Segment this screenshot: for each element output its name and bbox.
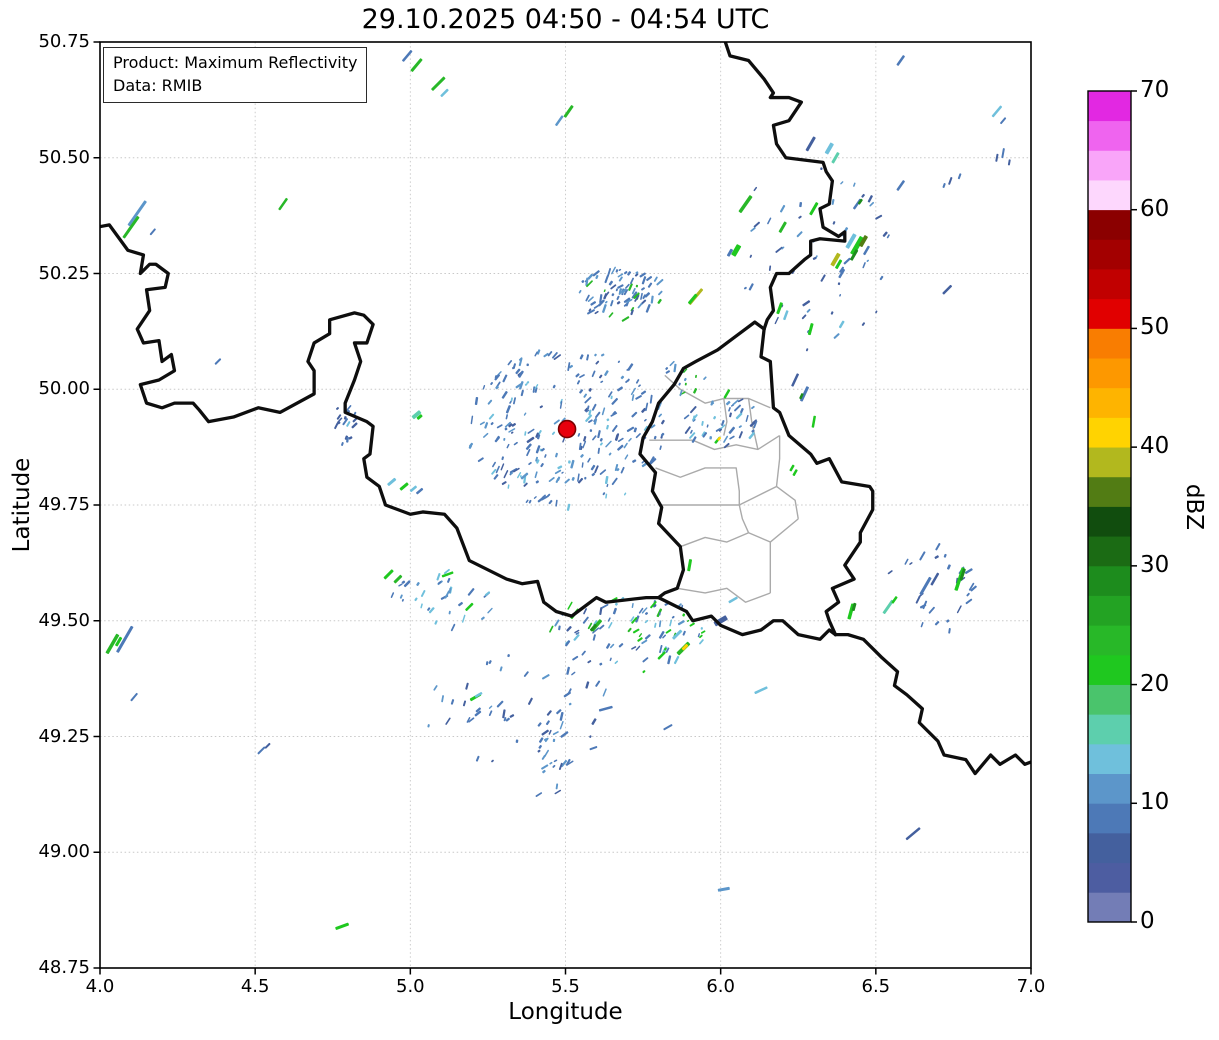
colorbar-band — [1088, 595, 1131, 626]
colorbar-band — [1088, 832, 1131, 864]
colorbar-tick-label: 70 — [1140, 77, 1170, 103]
y-tick-label: 49.00 — [38, 841, 90, 863]
x-tick-label: 5.0 — [396, 976, 425, 997]
colorbar-band — [1088, 239, 1131, 270]
colorbar-band — [1088, 269, 1131, 300]
colorbar-band — [1088, 684, 1131, 715]
radar-site-dot — [557, 419, 577, 439]
colorbar-tick-label: 30 — [1140, 551, 1170, 578]
x-tick-label: 6.5 — [861, 976, 891, 997]
colorbar-tick-label: 10 — [1140, 789, 1170, 816]
colorbar-band — [1088, 743, 1131, 775]
colorbar-band — [1088, 328, 1131, 359]
x-tick-label: 5.5 — [551, 976, 580, 997]
radar-map-figure: 29.10.2025 04:50 - 04:54 UTC Product: Ma… — [0, 0, 1219, 1040]
echo-pixel — [515, 739, 519, 743]
colorbar-band — [1088, 417, 1131, 448]
colorbar-tick-label: 40 — [1140, 433, 1170, 460]
colorbar-band — [1088, 91, 1131, 122]
colorbar-band — [1088, 358, 1131, 389]
colorbar-band — [1088, 714, 1131, 745]
colorbar-tick-label: 0 — [1140, 908, 1155, 934]
colorbar-band — [1088, 298, 1131, 329]
y-tick-label: 50.50 — [38, 146, 90, 168]
x-tick-label: 4.5 — [240, 976, 270, 997]
y-tick-label: 48.75 — [38, 957, 90, 978]
colorbar-band — [1088, 387, 1131, 418]
y-tick-label: 50.75 — [38, 31, 90, 52]
colorbar-band — [1088, 803, 1131, 834]
y-tick-label: 49.75 — [38, 494, 90, 515]
colorbar-band — [1088, 180, 1131, 211]
echo-pixel — [709, 436, 713, 440]
product-line: Product: Maximum Reflectivity — [113, 53, 358, 72]
colorbar-tick-label: 50 — [1140, 314, 1170, 341]
colorbar-band — [1088, 862, 1131, 893]
colorbar-tick-label: 60 — [1140, 195, 1170, 222]
colorbar-band — [1088, 654, 1131, 685]
y-tick-label: 50.25 — [38, 262, 90, 284]
colorbar-band — [1088, 625, 1131, 656]
colorbar-tick-label: 20 — [1140, 670, 1170, 697]
x-tick-label: 4.0 — [85, 976, 115, 997]
annotation-box: Product: Maximum Reflectivity Data: RMIB — [103, 47, 368, 104]
x-tick-label: 7.0 — [1016, 976, 1046, 997]
colorbar — [1087, 90, 1137, 923]
x-axis-label: Longitude — [508, 999, 623, 1025]
colorbar-band — [1088, 892, 1131, 923]
colorbar-band — [1088, 447, 1131, 478]
colorbar-band — [1088, 565, 1131, 596]
colorbar-band — [1088, 209, 1131, 240]
figure-background — [0, 0, 1219, 1040]
x-tick-label: 6.0 — [706, 976, 735, 997]
colorbar-band — [1088, 506, 1131, 537]
colorbar-band — [1088, 476, 1131, 507]
echo-pixel — [589, 429, 593, 432]
colorbar-band — [1088, 773, 1131, 804]
colorbar-band — [1088, 536, 1131, 567]
data-source-line: Data: RMIB — [113, 75, 203, 95]
echo-pixel — [568, 460, 571, 464]
y-tick-label: 50.00 — [38, 378, 90, 400]
y-tick-label: 49.50 — [38, 609, 90, 631]
colorbar-label: dBZ — [1181, 483, 1207, 531]
y-tick-label: 49.25 — [38, 725, 90, 747]
map-canvas — [0, 0, 1219, 1040]
chart-title: 29.10.2025 04:50 - 04:54 UTC — [361, 4, 770, 35]
colorbar-band — [1088, 120, 1131, 151]
colorbar-band — [1088, 150, 1131, 181]
